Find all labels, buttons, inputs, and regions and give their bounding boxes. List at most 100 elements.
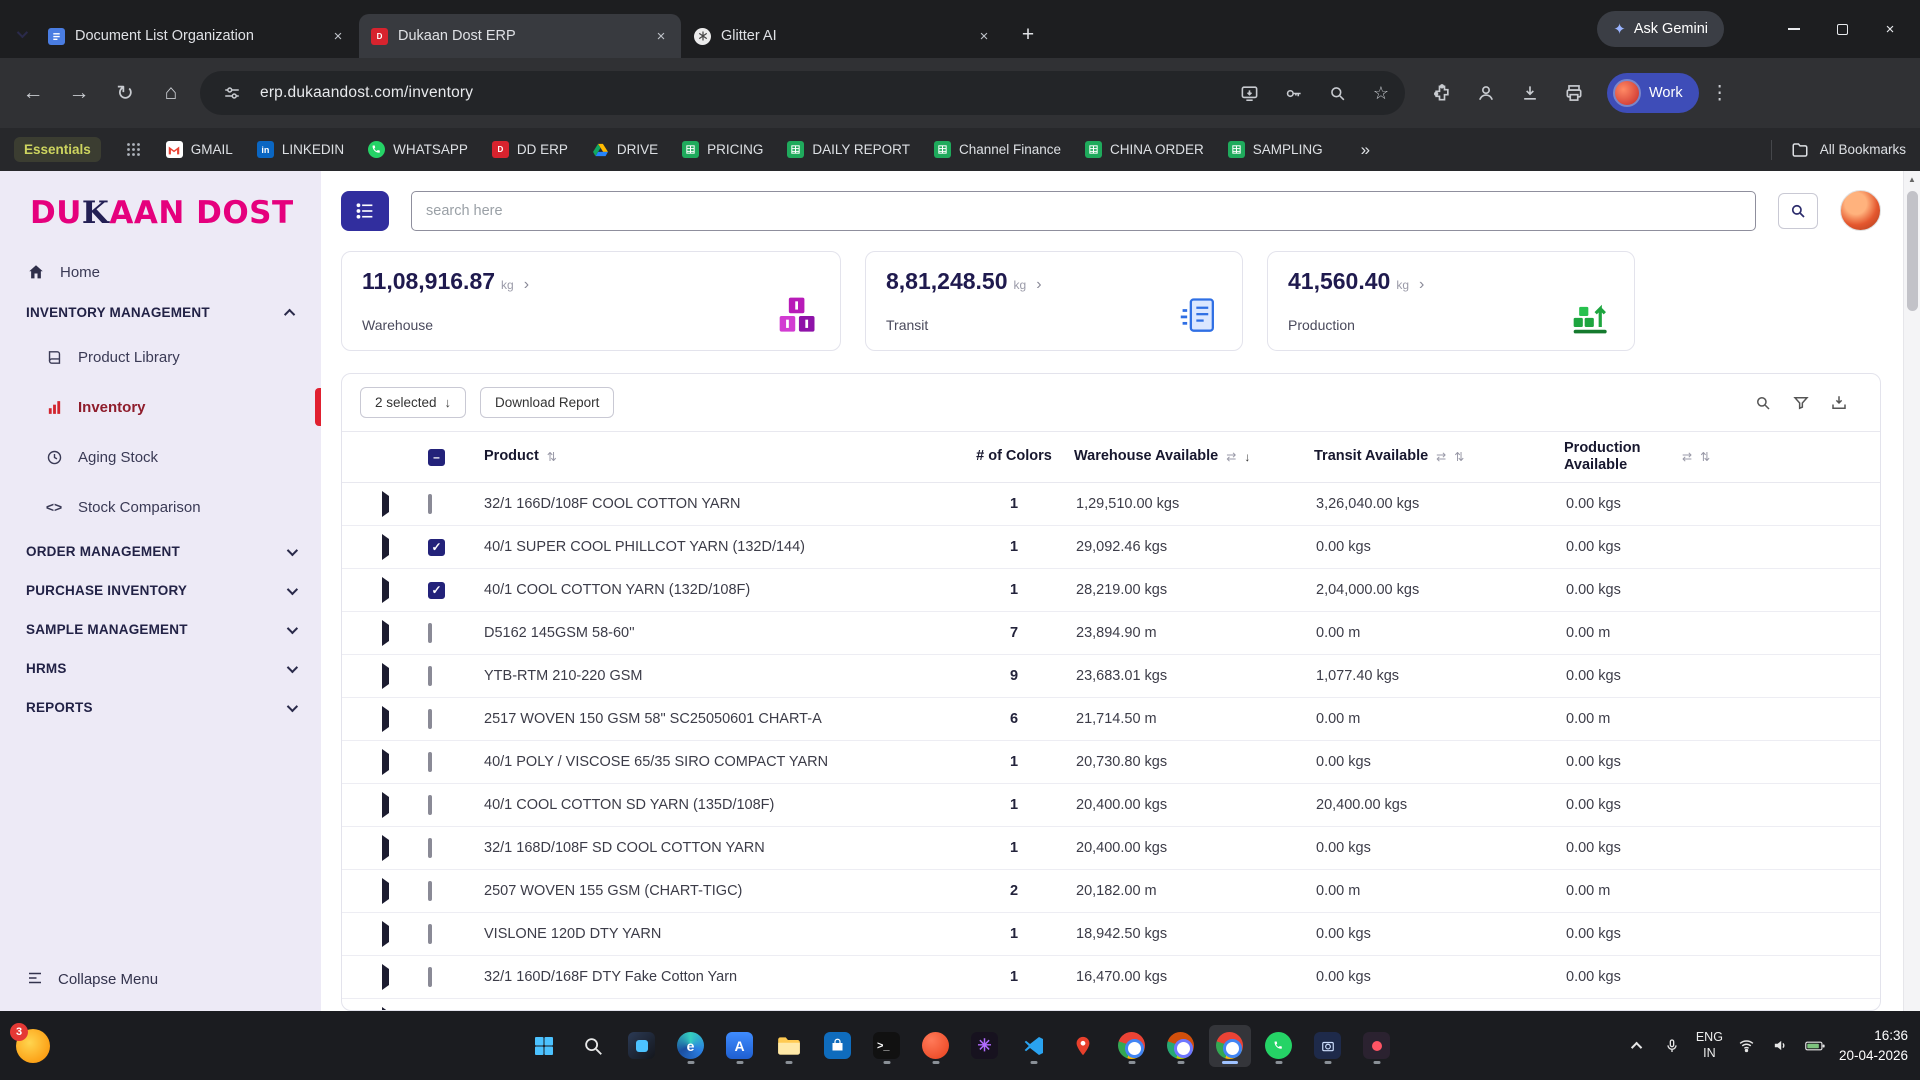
bookmark-item[interactable]: GMAIL [166, 141, 233, 158]
scrollbar-thumb[interactable] [1907, 191, 1918, 311]
collapse-menu-button[interactable]: Collapse Menu [0, 951, 321, 1011]
sidebar-section-reports[interactable]: REPORTS [0, 688, 321, 727]
selected-dropdown-button[interactable]: 2 selected ↓ [360, 387, 466, 418]
home-icon[interactable]: ⌂ [150, 72, 192, 114]
expand-arrow-icon[interactable] [382, 835, 389, 861]
downloads-icon[interactable] [1511, 74, 1549, 112]
col-product[interactable]: Product [484, 448, 539, 465]
row-checkbox[interactable] [428, 881, 432, 901]
extensions-icon[interactable] [1423, 74, 1461, 112]
bookmark-item[interactable]: SAMPLING [1228, 141, 1323, 158]
product-cell[interactable]: 2517 WOVEN 150 GSM 58" SC25050601 CHART-… [484, 711, 954, 727]
chevron-right-icon[interactable]: › [1419, 276, 1424, 294]
expand-arrow-icon[interactable] [382, 964, 389, 990]
expand-arrow-icon[interactable] [382, 1007, 389, 1010]
microphone-icon[interactable] [1662, 1036, 1682, 1056]
product-cell[interactable]: 40/1 POLY / VISCOSE 65/35 SIRO COMPACT Y… [484, 754, 954, 770]
sidebar-section-inventory-management[interactable]: INVENTORY MANAGEMENT [0, 293, 321, 332]
tab-close-icon[interactable]: × [974, 26, 994, 46]
taskbar-search-icon[interactable] [572, 1025, 614, 1067]
taskbar-weather[interactable]: 3 [16, 1029, 50, 1063]
chevron-right-icon[interactable]: › [524, 276, 529, 294]
expand-arrow-icon[interactable] [382, 663, 389, 689]
sidebar-item-inventory[interactable]: Inventory [0, 382, 321, 432]
row-checkbox[interactable] [428, 924, 432, 944]
sparkle-app-icon[interactable]: ✳ [964, 1025, 1006, 1067]
sidebar-item-product-library[interactable]: Product Library [0, 332, 321, 382]
tab-close-icon[interactable]: × [328, 26, 348, 46]
sidebar-section-purchase-inventory[interactable]: PURCHASE INVENTORY [0, 571, 321, 610]
row-checkbox[interactable] [428, 752, 432, 772]
search-submit-button[interactable] [1778, 193, 1818, 229]
vscode-icon[interactable] [1013, 1025, 1055, 1067]
stat-card-transit[interactable]: 8,81,248.50kg›Transit [865, 251, 1243, 351]
back-icon[interactable]: ← [12, 72, 54, 114]
forward-icon[interactable]: → [58, 72, 100, 114]
chevron-right-icon[interactable]: › [1036, 276, 1041, 294]
bookmark-item[interactable]: CHINA ORDER [1085, 141, 1204, 158]
product-cell[interactable]: 32/1 160D/168F DTY Fake Cotton Yarn [484, 969, 954, 985]
select-all-checkbox[interactable]: – [428, 449, 445, 466]
close-button[interactable]: × [1866, 0, 1914, 58]
bookmark-item[interactable]: PRICING [682, 141, 763, 158]
sidebar-item-aging-stock[interactable]: Aging Stock [0, 432, 321, 482]
expand-arrow-icon[interactable] [382, 706, 389, 732]
row-checkbox[interactable] [428, 494, 432, 514]
col-production[interactable]: Production Available [1564, 440, 1674, 475]
row-checkbox[interactable]: ✓ [428, 539, 445, 556]
sidebar-section-order-management[interactable]: ORDER MANAGEMENT [0, 532, 321, 571]
expand-arrow-icon[interactable] [382, 620, 389, 646]
maximize-button[interactable] [1818, 0, 1866, 58]
stat-card-production[interactable]: 41,560.40kg›Production [1267, 251, 1635, 351]
bookmark-item[interactable]: Essentials [14, 137, 101, 162]
bookmark-item[interactable]: DRIVE [592, 141, 658, 158]
expand-arrow-icon[interactable] [382, 792, 389, 818]
bookmarks-overflow-icon[interactable]: » [1361, 140, 1370, 160]
row-checkbox[interactable] [428, 709, 432, 729]
volume-icon[interactable] [1771, 1036, 1791, 1056]
row-checkbox[interactable] [428, 623, 432, 643]
expand-arrow-icon[interactable] [382, 534, 389, 560]
user-avatar[interactable] [1840, 190, 1881, 231]
language-indicator[interactable]: ENGIN [1696, 1030, 1723, 1061]
bookmark-item[interactable]: inLINKEDIN [257, 141, 344, 158]
bookmark-star-icon[interactable]: ☆ [1365, 77, 1397, 109]
install-app-icon[interactable] [1233, 77, 1265, 109]
product-cell[interactable]: 40/1 COOL COTTON SD YARN (135D/108F) [484, 797, 954, 813]
col-colors[interactable]: # of Colors [976, 448, 1052, 465]
product-cell[interactable]: 32/1 166D/108F COOL COTTON YARN [484, 496, 954, 512]
sort-icon[interactable]: ⇅ [547, 450, 557, 464]
lens-search-icon[interactable] [1321, 77, 1353, 109]
browser-tab[interactable]: Glitter AI× [682, 14, 1004, 58]
address-bar[interactable]: erp.dukaandost.com/inventory ☆ [200, 71, 1405, 115]
swap-sort-icon[interactable]: ⇄ [1226, 450, 1236, 464]
taskbar-clock[interactable]: 16:36 20-04-2026 [1839, 1026, 1908, 1065]
sidebar-item-stock-comparison[interactable]: <>Stock Comparison [0, 482, 321, 532]
ask-gemini-button[interactable]: ✦ Ask Gemini [1597, 11, 1724, 47]
app-dark-icon[interactable] [1356, 1025, 1398, 1067]
expand-arrow-icon[interactable] [382, 577, 389, 603]
product-cell[interactable]: VISLONE 120D DTY YARN [484, 926, 954, 942]
minimize-button[interactable] [1770, 0, 1818, 58]
swap-sort-icon[interactable]: ⇄ [1682, 450, 1692, 464]
table-search-icon[interactable] [1754, 394, 1772, 412]
whatsapp-icon[interactable] [1258, 1025, 1300, 1067]
filter-icon[interactable] [1792, 394, 1810, 412]
product-cell[interactable]: 2507 WOVEN 155 GSM (CHART-TIGC) [484, 883, 954, 899]
browser-menu-icon[interactable]: ⋮ [1703, 82, 1737, 105]
sort-icon[interactable]: ⇅ [1454, 450, 1464, 464]
sort-icon[interactable]: ⇅ [1700, 450, 1710, 464]
search-input[interactable] [411, 191, 1756, 231]
new-tab-button[interactable]: + [1011, 18, 1045, 52]
store-icon[interactable]: A [719, 1025, 761, 1067]
chrome-icon[interactable] [1111, 1025, 1153, 1067]
edge-icon[interactable]: e [670, 1025, 712, 1067]
stat-card-warehouse[interactable]: 11,08,916.87kg›Warehouse [341, 251, 841, 351]
browser-orange-icon[interactable] [915, 1025, 957, 1067]
bookmark-item[interactable]: Channel Finance [934, 141, 1061, 158]
row-checkbox[interactable] [428, 838, 432, 858]
list-menu-button[interactable] [341, 191, 389, 231]
export-download-icon[interactable] [1830, 394, 1848, 412]
password-key-icon[interactable] [1277, 77, 1309, 109]
scroll-up-icon[interactable]: ▲ [1904, 171, 1920, 188]
